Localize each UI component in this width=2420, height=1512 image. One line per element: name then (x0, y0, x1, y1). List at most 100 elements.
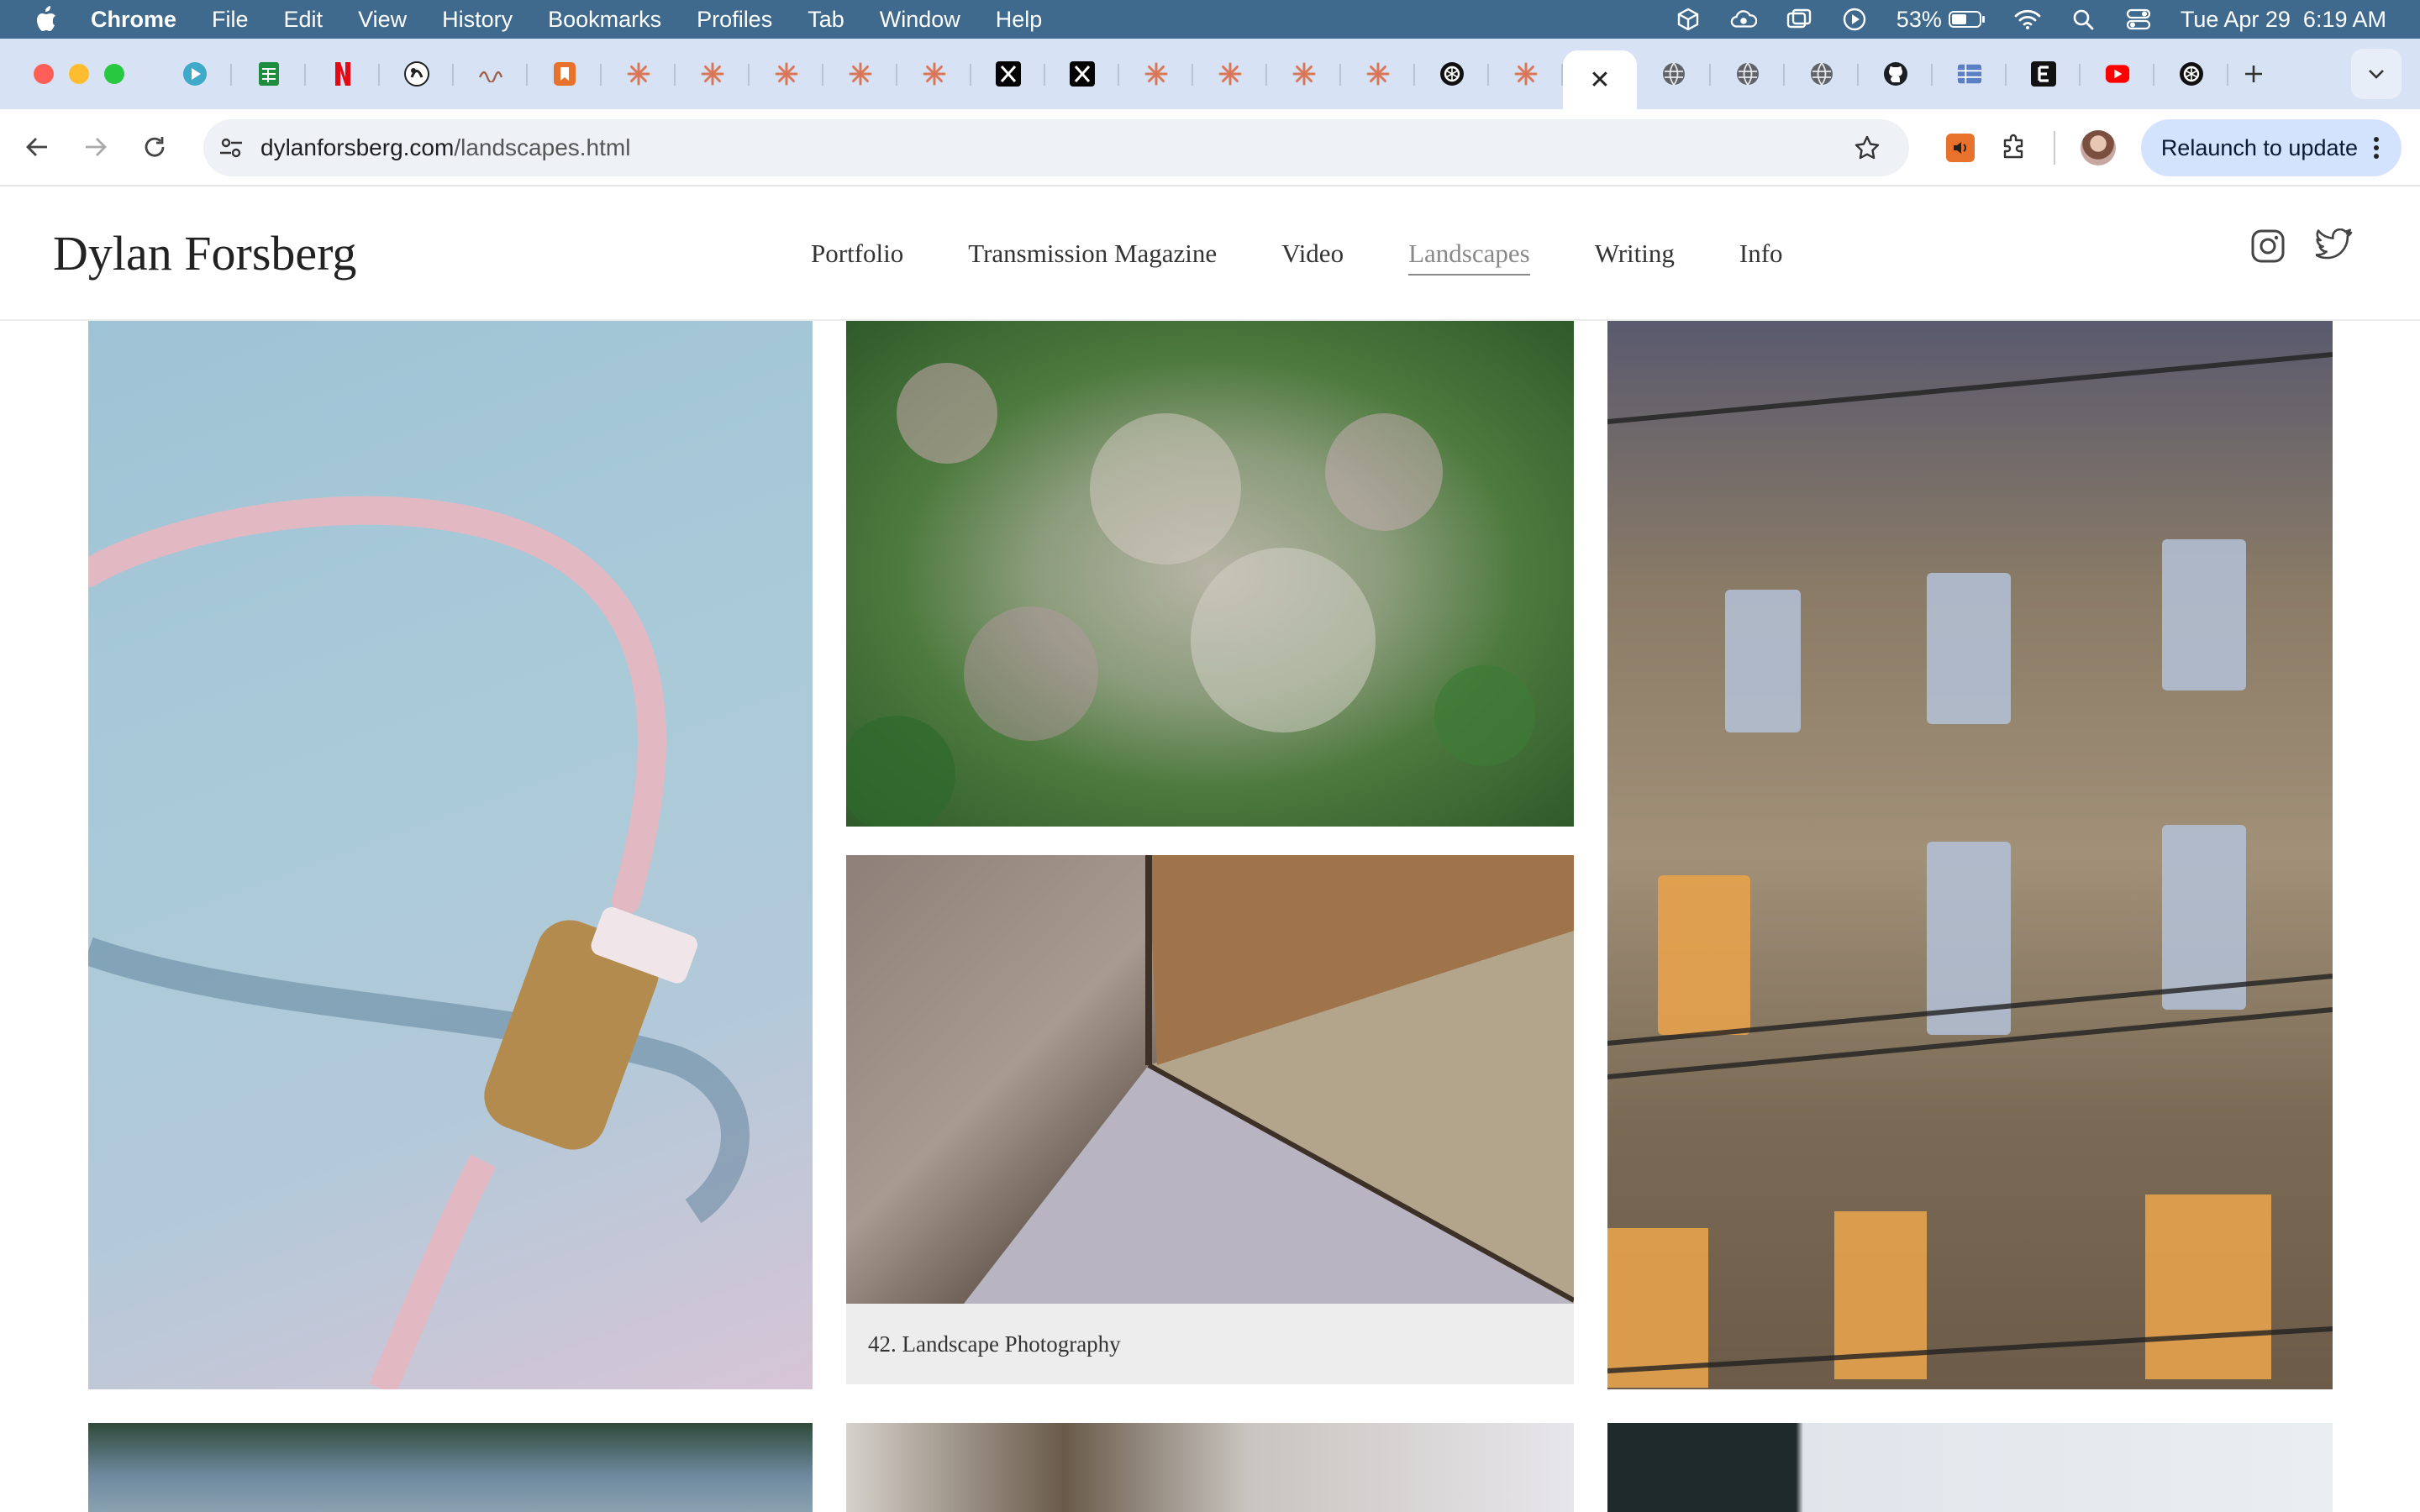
back-button[interactable] (17, 127, 57, 167)
new-tab-button[interactable] (2228, 49, 2279, 99)
tab-search-button[interactable] (2351, 49, 2402, 99)
tab-claude[interactable] (1489, 47, 1563, 101)
site-title[interactable]: Dylan Forsberg (53, 225, 356, 281)
photo-bottom-middle[interactable] (846, 1423, 1574, 1512)
twitter-icon[interactable] (2314, 228, 2353, 268)
tab-claude[interactable] (676, 47, 750, 101)
tab-list: ✕ (158, 39, 2228, 109)
tab-sheets[interactable] (232, 47, 306, 101)
nav-video[interactable]: Video (1281, 239, 1344, 276)
bookmark-icon (552, 61, 577, 87)
tab-e[interactable] (2007, 47, 2081, 101)
photo-caption: 42. Landscape Photography (846, 1304, 1574, 1384)
e-icon (2031, 61, 2056, 87)
tab-wave[interactable] (454, 47, 528, 101)
battery-percent: 53% (1896, 6, 1942, 32)
menu-history[interactable]: History (442, 7, 513, 33)
package-icon[interactable] (1675, 8, 1702, 31)
menu-window[interactable]: Window (880, 7, 960, 33)
forward-button[interactable] (76, 127, 116, 167)
apple-logo-icon[interactable] (34, 6, 59, 33)
photo-bottom-left[interactable] (88, 1423, 813, 1512)
minimize-window-button[interactable] (69, 64, 89, 84)
menu-view[interactable]: View (358, 7, 407, 33)
claude-icon (774, 61, 799, 87)
claude-icon (1365, 61, 1391, 87)
photo-moss-texture[interactable] (846, 321, 1574, 827)
github-icon (1883, 61, 1908, 87)
tab-openai[interactable] (2154, 47, 2228, 101)
tab-netflix[interactable] (306, 47, 380, 101)
menu-app-name[interactable]: Chrome (91, 7, 176, 33)
profile-avatar[interactable] (2080, 130, 2116, 165)
claude-icon (700, 61, 725, 87)
tab-play[interactable] (158, 47, 232, 101)
tab-claude[interactable] (1267, 47, 1341, 101)
nav-transmission-magazine[interactable]: Transmission Magazine (968, 239, 1217, 276)
play-circle-icon[interactable] (1841, 8, 1868, 31)
control-center-icon[interactable] (2125, 8, 2152, 31)
tab-openai[interactable] (1415, 47, 1489, 101)
tab-claude[interactable] (823, 47, 897, 101)
photo-pink-hose[interactable] (88, 321, 813, 1389)
photo-paris-building[interactable] (1607, 321, 2333, 1389)
close-window-button[interactable] (34, 64, 54, 84)
tab-github[interactable] (1859, 47, 1933, 101)
menu-tab[interactable]: Tab (808, 7, 844, 33)
photo-bottom-right[interactable] (1607, 1423, 2333, 1512)
extensions-puzzle-icon[interactable] (2000, 132, 2028, 165)
menu-file[interactable]: File (212, 7, 249, 33)
globe-icon (1661, 61, 1686, 87)
nav-portfolio[interactable]: Portfolio (811, 239, 903, 276)
extension-audio-icon[interactable] (1945, 134, 1975, 162)
nav-landscapes[interactable]: Landscapes (1408, 239, 1530, 276)
tab-x[interactable] (971, 47, 1045, 101)
tab-x[interactable] (1045, 47, 1119, 101)
tab-youtube[interactable] (2081, 47, 2154, 101)
tab-claude[interactable] (897, 47, 971, 101)
tab-active[interactable]: ✕ (1563, 50, 1637, 109)
ai-icon (404, 61, 429, 87)
screen-mirror-icon[interactable] (1786, 8, 1812, 31)
menubar-clock[interactable]: Tue Apr 29 6:19 AM (2181, 7, 2386, 33)
x-icon (996, 61, 1021, 87)
menu-help[interactable]: Help (996, 7, 1043, 33)
battery-status[interactable]: 53% (1896, 6, 1986, 32)
bookmark-star-icon[interactable] (1854, 134, 1881, 165)
tab-globe[interactable] (1785, 47, 1859, 101)
reload-button[interactable] (134, 127, 175, 167)
tab-panel[interactable] (1933, 47, 2007, 101)
tab-claude[interactable] (1119, 47, 1193, 101)
battery-icon (1948, 11, 1985, 28)
site-info-icon[interactable] (217, 134, 245, 162)
relaunch-to-update-button[interactable]: Relaunch to update (2140, 119, 2402, 176)
menu-edit[interactable]: Edit (284, 7, 324, 33)
tab-globe[interactable] (1711, 47, 1785, 101)
cloud-sync-icon[interactable] (1730, 8, 1757, 31)
tab-claude[interactable] (602, 47, 676, 101)
tab-claude[interactable] (1341, 47, 1415, 101)
nav-writing[interactable]: Writing (1595, 239, 1675, 276)
address-bar[interactable]: dylanforsberg.com/landscapes.html (203, 119, 1909, 176)
tab-globe[interactable] (1637, 47, 1711, 101)
claude-icon (1218, 61, 1243, 87)
tab-bookmark[interactable] (528, 47, 602, 101)
browser-toolbar: dylanforsberg.com/landscapes.html Relaun… (0, 109, 2420, 186)
arrow-right-icon (86, 138, 107, 156)
tab-claude[interactable] (1193, 47, 1267, 101)
site-nav: Portfolio Transmission Magazine Video La… (811, 239, 1783, 276)
close-tab-icon[interactable]: ✕ (1589, 66, 1610, 95)
url-text[interactable]: dylanforsberg.com/landscapes.html (260, 134, 630, 161)
nav-info[interactable]: Info (1739, 239, 1783, 276)
openai-icon (2179, 61, 2204, 87)
social-links (2250, 228, 2353, 268)
zoom-window-button[interactable] (104, 64, 124, 84)
tab-claude[interactable] (750, 47, 823, 101)
tab-ai[interactable] (380, 47, 454, 101)
wifi-icon[interactable] (2014, 8, 2041, 31)
instagram-icon[interactable] (2250, 228, 2286, 268)
menu-profiles[interactable]: Profiles (697, 7, 772, 33)
menu-bookmarks[interactable]: Bookmarks (548, 7, 661, 33)
spotlight-search-icon[interactable] (2070, 8, 2096, 31)
photo-corner-closeup[interactable]: 42. Landscape Photography (846, 855, 1574, 1384)
